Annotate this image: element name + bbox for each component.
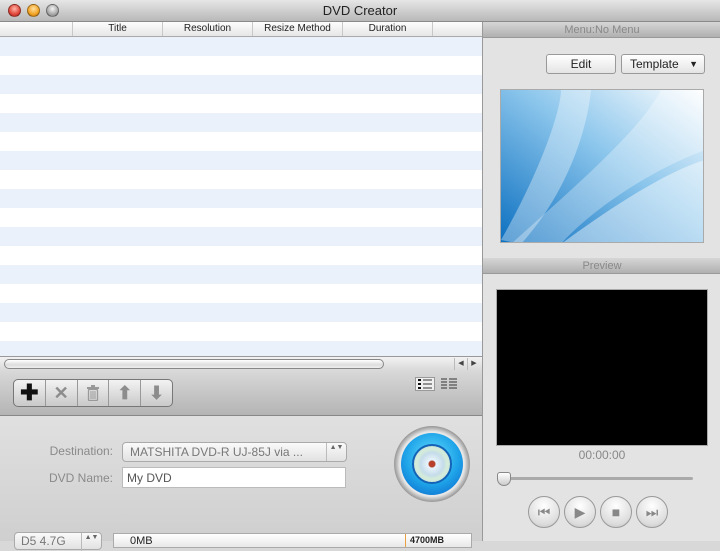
arrow-up-icon: ⬆ — [117, 382, 133, 403]
seek-slider-knob[interactable] — [497, 472, 511, 486]
timecode: 00:00:00 — [578, 448, 626, 462]
right-panel: Menu:No Menu Edit Template ▼ Preview 00:… — [482, 22, 720, 541]
play-button[interactable]: ▶ — [564, 496, 596, 528]
compact-list-view-icon[interactable] — [439, 377, 459, 391]
disc-settings: Destination: MATSHITA DVD-R UJ-85J via .… — [0, 416, 482, 551]
table-row[interactable] — [0, 322, 482, 341]
stop-icon: ■ — [611, 504, 621, 520]
edit-menu-button[interactable]: Edit — [546, 54, 616, 74]
left-panel: Title Resolution Resize Method Duration — [0, 22, 482, 551]
table-body — [0, 37, 482, 356]
select-stepper-icon: ▲▼ — [81, 533, 101, 551]
window-title: DVD Creator — [322, 3, 398, 18]
scroll-left-icon[interactable]: ◀ — [454, 358, 467, 370]
move-down-button[interactable]: ⬇ — [141, 380, 172, 406]
table-row[interactable] — [0, 113, 482, 132]
menu-template-thumbnail[interactable] — [500, 89, 704, 243]
burn-button[interactable] — [394, 426, 470, 502]
table-row[interactable] — [0, 208, 482, 227]
capacity-used: 0MB — [130, 535, 153, 547]
table-row[interactable] — [0, 56, 482, 75]
move-up-button[interactable]: ⬆ — [109, 380, 142, 406]
dropdown-arrow-icon: ▼ — [689, 59, 698, 69]
title-bar: DVD Creator — [0, 0, 720, 22]
skip-forward-button[interactable]: ⏭ — [636, 496, 668, 528]
add-button[interactable]: ✚ — [14, 380, 46, 406]
trash-icon — [86, 385, 99, 401]
video-preview — [496, 289, 708, 446]
play-icon: ▶ — [574, 503, 586, 520]
column-header-extra[interactable] — [433, 22, 482, 36]
column-header-resolution[interactable]: Resolution — [163, 22, 253, 36]
column-header-title[interactable]: Title — [73, 22, 163, 36]
dvd-name-label: DVD Name: — [48, 471, 113, 485]
table-row[interactable] — [0, 189, 482, 208]
table-row[interactable] — [0, 132, 482, 151]
detail-list-view-icon[interactable] — [415, 377, 435, 391]
destination-select[interactable]: MATSHITA DVD-R UJ-85J via ... ▲▼ — [122, 442, 347, 462]
table-row[interactable] — [0, 37, 482, 56]
seek-slider[interactable] — [503, 477, 693, 480]
delete-button[interactable] — [78, 380, 110, 406]
x-icon: ✕ — [53, 382, 69, 403]
skip-back-icon: ⏮ — [537, 503, 551, 520]
disc-icon — [412, 444, 452, 484]
list-actions-segmented-control: ✚ ✕ ⬆ ⬇ — [13, 379, 173, 407]
title-table[interactable]: Title Resolution Resize Method Duration — [0, 22, 482, 356]
burn-ring — [401, 433, 463, 495]
table-row[interactable] — [0, 303, 482, 322]
scroll-right-icon[interactable]: ▶ — [467, 358, 480, 370]
table-row[interactable] — [0, 227, 482, 246]
stop-button[interactable]: ■ — [600, 496, 632, 528]
scrollbar-thumb[interactable] — [4, 359, 384, 369]
table-row[interactable] — [0, 265, 482, 284]
destination-value: MATSHITA DVD-R UJ-85J via ... — [130, 445, 303, 459]
template-dropdown[interactable]: Template ▼ — [621, 54, 705, 74]
destination-label: Destination: — [49, 444, 113, 458]
table-row[interactable] — [0, 151, 482, 170]
table-row[interactable] — [0, 284, 482, 303]
plus-icon: ✚ — [20, 380, 39, 405]
template-label: Template — [630, 57, 679, 71]
table-row[interactable] — [0, 341, 482, 356]
view-mode-switch — [415, 377, 459, 391]
menu-section-header: Menu:No Menu — [483, 22, 720, 38]
horizontal-scrollbar[interactable]: ◀ ▶ — [0, 356, 482, 371]
wave-background-image — [501, 90, 703, 242]
remove-button[interactable]: ✕ — [46, 380, 78, 406]
column-header-blank[interactable] — [0, 22, 73, 36]
skip-forward-icon: ⏭ — [645, 503, 659, 520]
table-row[interactable] — [0, 170, 482, 189]
arrow-down-icon: ⬇ — [149, 382, 165, 403]
column-header-duration[interactable]: Duration — [343, 22, 433, 36]
preview-section-header: Preview — [483, 258, 720, 274]
skip-back-button[interactable]: ⏮ — [528, 496, 560, 528]
table-row[interactable] — [0, 94, 482, 113]
list-toolbar: ✚ ✕ ⬆ ⬇ — [0, 371, 482, 416]
disc-type-value: D5 4.7G — [21, 534, 66, 548]
dvd-name-input[interactable] — [122, 467, 346, 488]
table-row[interactable] — [0, 246, 482, 265]
table-row[interactable] — [0, 75, 482, 94]
select-stepper-icon: ▲▼ — [326, 443, 346, 461]
column-header-resize-method[interactable]: Resize Method — [253, 22, 343, 36]
table-header: Title Resolution Resize Method Duration — [0, 22, 482, 37]
capacity-total: 4700MB — [410, 535, 445, 545]
disc-type-select[interactable]: D5 4.7G ▲▼ — [14, 532, 102, 551]
